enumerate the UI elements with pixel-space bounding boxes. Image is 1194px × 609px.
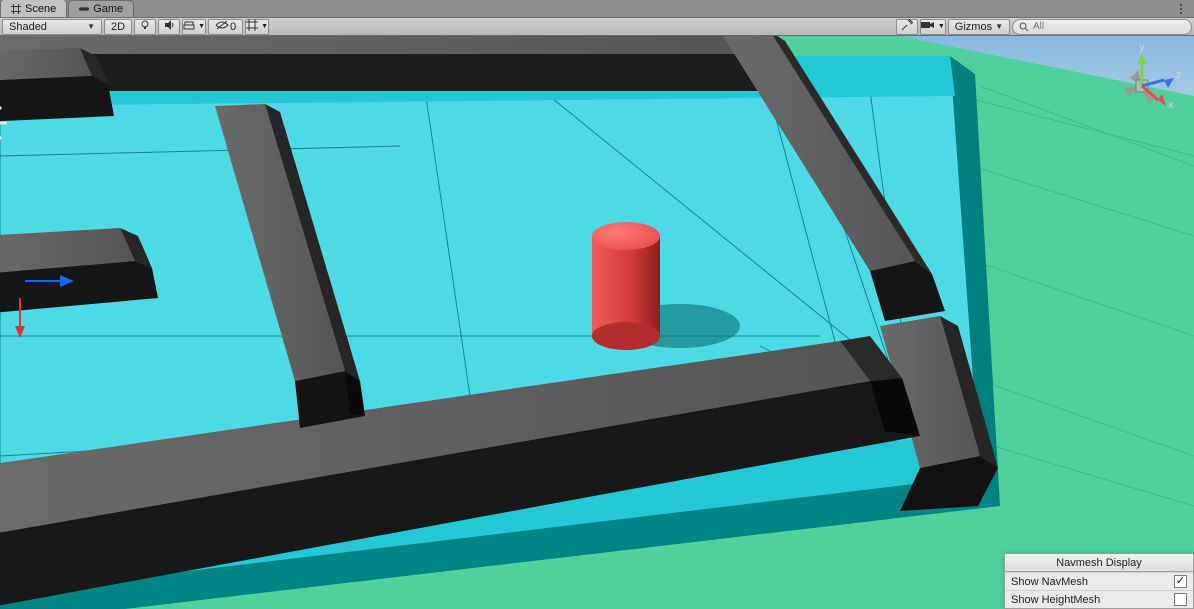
tab-game[interactable]: Game xyxy=(68,0,134,17)
player-cylinder-red xyxy=(592,222,660,350)
chevron-down-icon: ▼ xyxy=(198,23,205,30)
show-navmesh-checkbox[interactable] xyxy=(1174,575,1187,588)
chevron-down-icon: ▼ xyxy=(261,23,268,30)
tab-game-label: Game xyxy=(93,3,123,15)
show-heightmesh-label: Show HeightMesh xyxy=(1011,594,1100,606)
shading-mode-label: Shaded xyxy=(9,21,47,33)
scene-window: Scene Game Shaded ▼ 2D xyxy=(0,0,1194,609)
grid-snap-icon xyxy=(246,19,258,34)
camera-icon xyxy=(921,20,935,33)
search-field[interactable] xyxy=(1012,19,1192,35)
toggle-2d-label: 2D xyxy=(111,21,125,33)
search-icon xyxy=(1019,22,1029,32)
audio-toggle-button[interactable] xyxy=(158,19,180,35)
grid-snap-button[interactable]: ▼ xyxy=(245,19,269,35)
gizmos-label: Gizmos xyxy=(955,21,992,33)
show-heightmesh-checkbox[interactable] xyxy=(1174,593,1187,606)
tab-bar: Scene Game xyxy=(0,0,1194,18)
hidden-count-value: 0 xyxy=(230,21,236,33)
navmesh-panel-title: Navmesh Display xyxy=(1005,554,1193,572)
scene-toolbar: Shaded ▼ 2D ▼ 0 xyxy=(0,18,1194,36)
navmesh-display-panel: Navmesh Display Show NavMesh Show Height… xyxy=(1004,553,1194,609)
tools-button[interactable] xyxy=(896,19,918,35)
search-input[interactable] xyxy=(1033,21,1185,32)
gamepad-icon xyxy=(79,4,89,14)
gizmos-dropdown[interactable]: Gizmos ▼ xyxy=(948,19,1010,35)
fx-stack-icon xyxy=(183,19,195,34)
hidden-count-icon xyxy=(215,20,229,33)
tools-icon xyxy=(901,19,913,34)
axis-z-label: z xyxy=(1176,69,1182,81)
axis-orientation-gizmo[interactable]: y z x xyxy=(1102,44,1182,124)
kebab-menu-button[interactable] xyxy=(1172,0,1190,18)
audio-icon xyxy=(163,19,175,34)
axis-x-label: x xyxy=(1168,99,1174,111)
hidden-objects-button[interactable]: 0 xyxy=(208,19,243,35)
tab-scene[interactable]: Scene xyxy=(0,0,67,17)
show-heightmesh-row[interactable]: Show HeightMesh xyxy=(1005,590,1193,608)
show-navmesh-label: Show NavMesh xyxy=(1011,576,1088,588)
chevron-down-icon: ▼ xyxy=(938,23,945,30)
lighting-toggle-button[interactable] xyxy=(134,19,156,35)
camera-settings-button[interactable]: ▼ xyxy=(920,19,946,35)
shading-mode-dropdown[interactable]: Shaded ▼ xyxy=(2,19,102,35)
show-navmesh-row[interactable]: Show NavMesh xyxy=(1005,572,1193,590)
scene-viewport[interactable]: y z x Navmesh Display Show NavMesh Show … xyxy=(0,36,1194,609)
axis-y-label: y xyxy=(1139,44,1145,53)
scene-3d-render xyxy=(0,36,1194,609)
tab-scene-label: Scene xyxy=(25,3,56,15)
chevron-down-icon: ▼ xyxy=(87,22,95,31)
fx-toggle-button[interactable]: ▼ xyxy=(182,19,206,35)
hash-icon xyxy=(11,4,21,14)
toggle-2d-button[interactable]: 2D xyxy=(104,19,132,35)
sun-light-gizmo[interactable] xyxy=(0,94,58,152)
lightbulb-icon xyxy=(139,19,151,34)
chevron-down-icon: ▼ xyxy=(995,22,1003,31)
